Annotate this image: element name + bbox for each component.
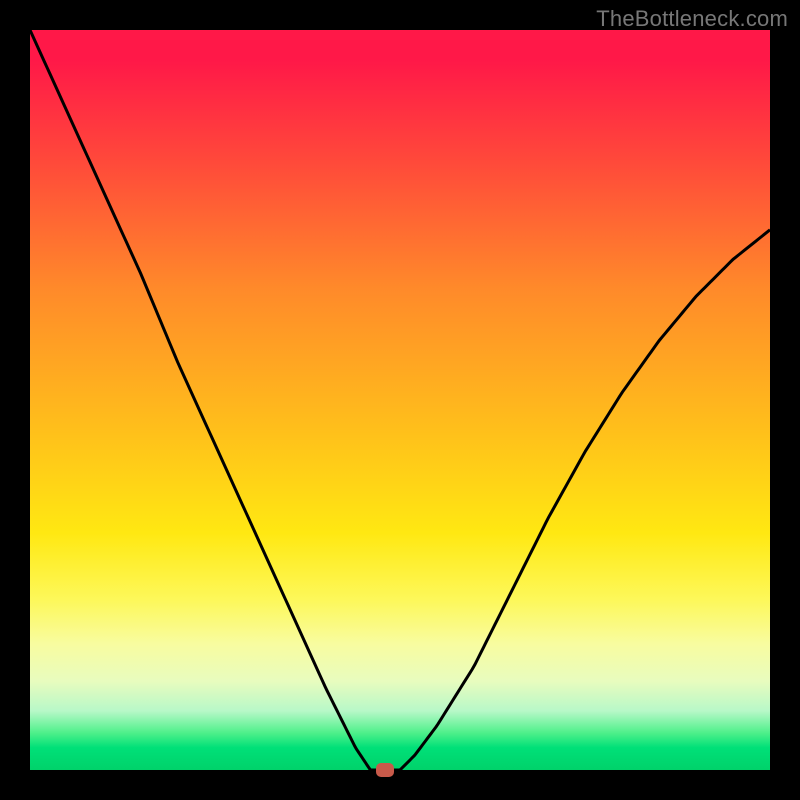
watermark-text: TheBottleneck.com [596, 6, 788, 32]
chart-plot-area [30, 30, 770, 770]
minimum-marker [376, 763, 394, 777]
bottleneck-curve [30, 30, 770, 770]
